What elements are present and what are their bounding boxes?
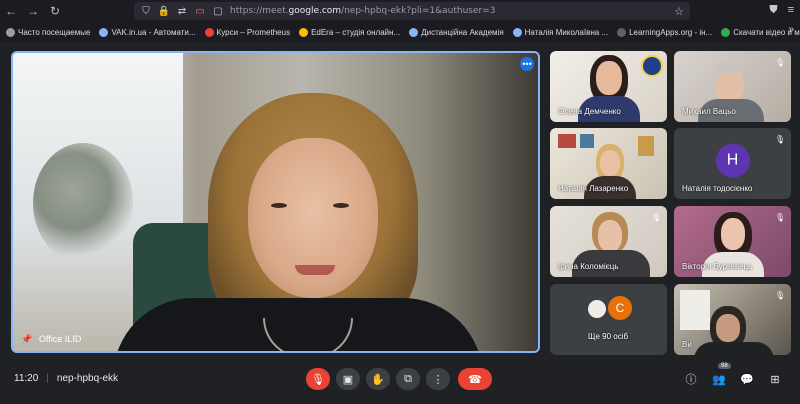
bookmark-item[interactable]: EdEra – студія онлайн... [299, 27, 401, 37]
clock-time: 11:20 [14, 373, 39, 384]
plant-shape [33, 143, 133, 263]
bookmark-label: Наталія Миколаївна ... [524, 27, 609, 37]
globe-icon [99, 27, 109, 37]
bookmark-item[interactable]: Часто посещаемые [6, 27, 91, 37]
participant-tile[interactable]: 🎙 Вікторія Буркевець [674, 206, 791, 277]
toolbar-right: ⛊ ≡ [769, 4, 794, 17]
url-text[interactable]: https://meet.google.com/nep-hpbq-ekk?pli… [230, 6, 495, 16]
present-icon: ⧉ [404, 372, 412, 385]
participants-count-badge: 98 [718, 363, 731, 369]
more-vert-icon: ⋮ [432, 373, 444, 386]
more-options-button[interactable]: ••• [520, 57, 534, 71]
eye-right [333, 203, 349, 208]
mic-off-icon: 🎙 [774, 57, 786, 67]
meeting-code: nep-hpbq-ekk [56, 373, 119, 384]
bookmark-item[interactable]: VAK.in.ua - Автомати... [99, 27, 196, 37]
avatar: С [608, 296, 632, 320]
mic-off-icon: 🎙 [311, 373, 325, 386]
browser-chrome: ← → ↻ ⛉ 🔒 ⇄ ▭ ▢ https://meet.google.com/… [0, 0, 800, 42]
mic-off-icon: 🎙 [774, 134, 786, 144]
bookmark-label: Дистанційна Академія [421, 27, 504, 37]
main-speaker-tile[interactable]: 📌 Office ILID ••• [11, 51, 540, 353]
more-participants-tile[interactable]: С Ще 90 осіб [550, 284, 667, 355]
participant-name: Ви [682, 340, 692, 349]
globe-icon [409, 27, 419, 37]
participant-thumbnail [586, 298, 608, 320]
eye-left [271, 203, 287, 208]
camera-toggle-button[interactable]: ▣ [336, 368, 360, 390]
learningapps-icon [617, 27, 627, 37]
bookmark-label: LearningApps.org - ін... [629, 27, 713, 37]
emblem-icon [641, 55, 663, 77]
camera-icon[interactable]: ▭ [194, 5, 206, 17]
reload-icon[interactable]: ↻ [44, 0, 66, 22]
info-icon[interactable]: ⓘ [683, 371, 699, 387]
back-icon[interactable]: ← [0, 0, 22, 22]
hand-icon: ✋ [371, 373, 385, 386]
permissions-icon[interactable]: ⇄ [176, 5, 188, 17]
participant-name: Вікторія Буркевець [682, 262, 753, 271]
participant-tile[interactable]: Олена Демченко [550, 51, 667, 122]
meeting-info: 11:20 | nep-hpbq-ekk [14, 373, 118, 384]
meeting-controls-bar: 11:20 | nep-hpbq-ekk 🎙 ▣ ✋ ⧉ ⋮ ☎ ⓘ 👥 98 … [0, 360, 800, 404]
avatar: Н [715, 143, 750, 178]
avatar-initial: С [615, 301, 625, 315]
forward-icon[interactable]: → [22, 0, 44, 22]
extensions-icon[interactable]: ≡ [788, 4, 794, 17]
participant-name: Олена Демченко [558, 107, 621, 116]
participant-name: Наталія тодосієнко [682, 184, 753, 193]
participant-name: Ірина Коломієць [558, 262, 619, 271]
mic-toggle-button[interactable]: 🎙 [306, 368, 330, 390]
speaker-name: Office ILID [39, 334, 82, 344]
hang-up-icon: ☎ [468, 373, 482, 386]
speaker-mouth [295, 265, 335, 275]
bookmark-item[interactable]: LearningApps.org - ін... [617, 27, 713, 37]
participant-tile[interactable]: 🎙 Ірина Коломієць [550, 206, 667, 277]
download-icon [721, 27, 731, 37]
page-icon[interactable]: ▢ [212, 5, 224, 17]
chat-icon[interactable]: 💬 [739, 371, 755, 387]
more-options-button[interactable]: ⋮ [426, 368, 450, 390]
necklace-shape [263, 318, 353, 351]
bookmark-item[interactable]: Наталія Миколаївна ... [512, 27, 609, 37]
bookmarks-bar: Часто посещаемые VAK.in.ua - Автомати...… [0, 24, 800, 40]
participant-tile[interactable]: Н 🎙 Наталія тодосієнко [674, 128, 791, 199]
bookmark-label: Курси – Prometheus [216, 27, 291, 37]
mic-off-icon: 🎙 [650, 212, 662, 222]
shield-icon[interactable]: ⛉ [140, 5, 152, 17]
camera-icon: ▣ [342, 373, 354, 386]
leave-call-button[interactable]: ☎ [458, 368, 492, 390]
lock-icon[interactable]: 🔒 [158, 5, 170, 17]
participant-name: Наталія Лазаренко [558, 184, 629, 193]
participant-name: Михаил Вацьо [682, 107, 736, 116]
activities-icon[interactable]: ⊞ [767, 371, 783, 387]
edera-icon [299, 27, 309, 37]
speaker-label: 📌 Office ILID [21, 334, 81, 344]
pin-icon[interactable]: 📌 [21, 334, 32, 344]
more-participants-label: Ще 90 осіб [588, 332, 629, 341]
avatar-initial: Н [726, 151, 739, 169]
present-button[interactable]: ⧉ [396, 368, 420, 390]
bookmark-label: Часто посещаемые [18, 27, 91, 37]
bookmark-item[interactable]: Курси – Prometheus [204, 27, 291, 37]
bookmark-label: VAK.in.ua - Автомати... [111, 27, 196, 37]
bookmark-item[interactable]: Дистанційна Академія [409, 27, 504, 37]
pocket-icon[interactable]: ⛊ [769, 4, 777, 17]
globe-icon [512, 27, 522, 37]
participant-tile[interactable]: Наталія Лазаренко [550, 128, 667, 199]
address-bar[interactable]: ⛉ 🔒 ⇄ ▭ ▢ https://meet.google.com/nep-hp… [134, 2, 690, 20]
mic-off-icon: 🎙 [774, 290, 786, 300]
self-view-tile[interactable]: 🎙 Ви [674, 284, 791, 355]
raise-hand-button[interactable]: ✋ [366, 368, 390, 390]
participant-tile[interactable]: 🎙 Михаил Вацьо [674, 51, 791, 122]
people-icon[interactable]: 👥 [711, 371, 727, 387]
mic-off-icon: 🎙 [774, 212, 786, 222]
gear-icon [6, 27, 15, 37]
prometheus-icon [204, 27, 214, 37]
bookmark-star-icon[interactable]: ☆ [674, 5, 684, 18]
bookmarks-overflow-icon[interactable]: » [788, 24, 794, 35]
separator: | [46, 373, 49, 384]
bookmark-label: EdEra – студія онлайн... [311, 27, 401, 37]
